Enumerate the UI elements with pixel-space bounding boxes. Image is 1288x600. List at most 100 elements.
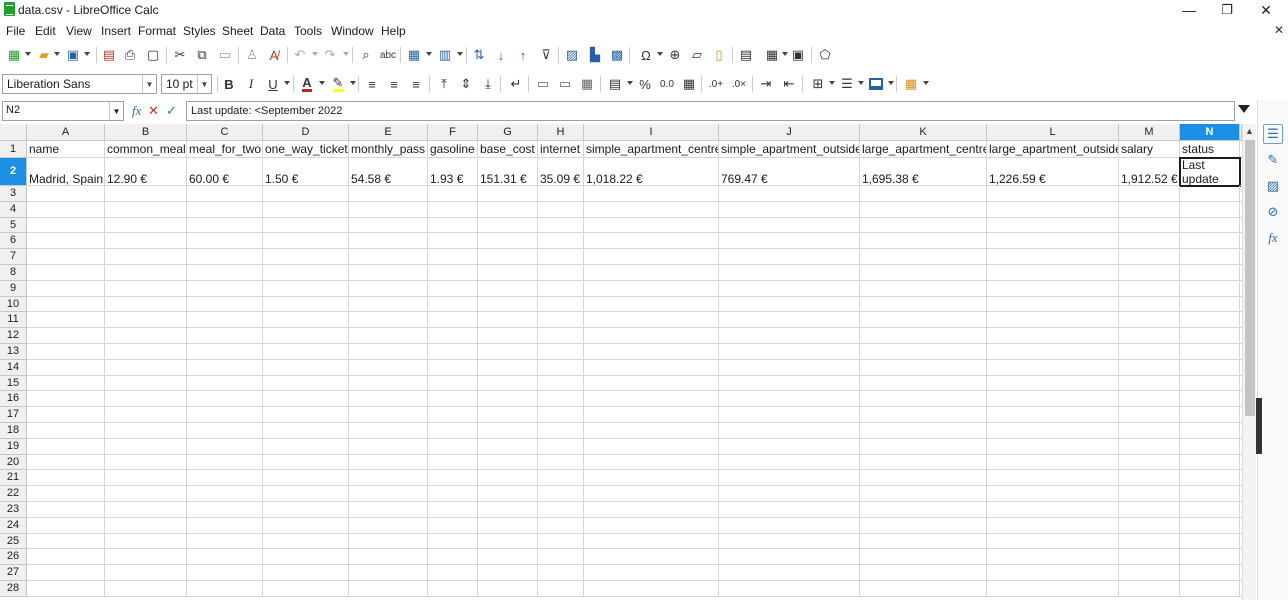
cell-n5[interactable] [1180,217,1240,234]
column-header-l[interactable]: L [987,124,1119,141]
cell-e3[interactable] [349,186,428,202]
cell-m16[interactable] [1119,391,1180,408]
cell-k24[interactable] [860,517,987,534]
open-dropdown-icon[interactable] [54,52,60,56]
column-header-m[interactable]: M [1119,124,1180,141]
font-color-icon[interactable]: A [297,74,317,94]
column-header-b[interactable]: B [105,124,187,141]
cell-g14[interactable] [478,359,538,376]
cell-i15[interactable] [584,375,719,392]
cell-m24[interactable] [1119,517,1180,534]
cell-d12[interactable] [263,328,349,344]
autofilter-icon[interactable]: ⊽ [536,45,556,65]
cell-f25[interactable] [428,533,478,550]
cell-a12[interactable] [27,328,105,344]
special-character-dropdown-icon[interactable] [657,52,663,56]
show-draw-functions-icon[interactable]: ⬠ [815,45,835,65]
cell-e2[interactable]: 54.58 € [349,158,428,186]
cell-h26[interactable] [538,549,584,566]
cell-g24[interactable] [478,517,538,534]
export-pdf-icon[interactable]: ▤ [99,45,119,65]
cell-e10[interactable] [349,296,428,313]
cell-l3[interactable] [987,186,1119,202]
undo-icon[interactable]: ↶ [290,45,310,65]
border-style-icon[interactable]: ☰ [837,74,857,94]
cell-e24[interactable] [349,517,428,534]
cell-m28[interactable] [1119,581,1180,597]
cell-j18[interactable] [719,423,860,439]
copy-icon[interactable]: ⧉ [192,45,212,65]
row-header-14[interactable]: 14 [0,359,27,376]
cell-e9[interactable] [349,280,428,297]
cell-j6[interactable] [719,233,860,250]
cell-l27[interactable] [987,565,1119,581]
cell-n20[interactable] [1180,454,1240,471]
cell-f15[interactable] [428,375,478,392]
gallery-icon[interactable]: ▨ [1263,176,1283,196]
cell-h8[interactable] [538,265,584,281]
cell-n24[interactable] [1180,517,1240,534]
cell-e4[interactable] [349,201,428,218]
cell-d26[interactable] [263,549,349,566]
cell-e21[interactable] [349,470,428,487]
cell-f4[interactable] [428,201,478,218]
cell-n21[interactable] [1180,470,1240,487]
cell-f6[interactable] [428,233,478,250]
chevron-down-icon[interactable]: ▼ [197,75,211,93]
align-right-icon[interactable]: ≡ [406,74,426,94]
cell-k15[interactable] [860,375,987,392]
save-dropdown-icon[interactable] [84,52,90,56]
cell-l22[interactable] [987,486,1119,502]
redo-dropdown-icon[interactable] [343,52,349,56]
menu-file[interactable]: File [6,24,25,38]
cell-d16[interactable] [263,391,349,408]
cell-d10[interactable] [263,296,349,313]
sort-icon[interactable]: ⇅ [469,45,489,65]
cell-d11[interactable] [263,312,349,329]
cell-l6[interactable] [987,233,1119,250]
cell-f11[interactable] [428,312,478,329]
cell-b11[interactable] [105,312,187,329]
cell-e17[interactable] [349,407,428,423]
bold-button[interactable]: B [219,74,239,94]
row-header-16[interactable]: 16 [0,391,27,408]
cell-j26[interactable] [719,549,860,566]
cell-g27[interactable] [478,565,538,581]
cell-b5[interactable] [105,217,187,234]
add-decimal-place-icon[interactable]: .0+ [706,74,726,94]
cell-c18[interactable] [187,423,263,439]
restore-button[interactable]: ❐ [1208,0,1246,20]
cell-j16[interactable] [719,391,860,408]
cell-d28[interactable] [263,581,349,597]
cell-a24[interactable] [27,517,105,534]
cell-l15[interactable] [987,375,1119,392]
cell-i18[interactable] [584,423,719,439]
spelling-icon[interactable]: abc [378,45,398,65]
cell-h22[interactable] [538,486,584,502]
row-header-10[interactable]: 10 [0,296,27,313]
cell-a18[interactable] [27,423,105,439]
cell-c12[interactable] [187,328,263,344]
cell-c27[interactable] [187,565,263,581]
cell-a22[interactable] [27,486,105,502]
cell-d1[interactable]: one_way_ticket [263,141,349,158]
italic-button[interactable]: I [241,74,261,94]
cell-a14[interactable] [27,359,105,376]
cell-a5[interactable] [27,217,105,234]
merge-cells-icon[interactable]: ▭ [555,74,575,94]
cell-m11[interactable] [1119,312,1180,329]
cell-c5[interactable] [187,217,263,234]
cell-b13[interactable] [105,344,187,360]
cell-a4[interactable] [27,201,105,218]
cell-m27[interactable] [1119,565,1180,581]
cell-g22[interactable] [478,486,538,502]
cell-b19[interactable] [105,438,187,455]
row-header-28[interactable]: 28 [0,581,27,597]
cell-h2[interactable]: 35.09 € [538,158,584,186]
cell-a3[interactable] [27,186,105,202]
percent-format-button[interactable]: % [635,74,655,94]
cell-g10[interactable] [478,296,538,313]
cell-l19[interactable] [987,438,1119,455]
cell-c16[interactable] [187,391,263,408]
cell-l12[interactable] [987,328,1119,344]
